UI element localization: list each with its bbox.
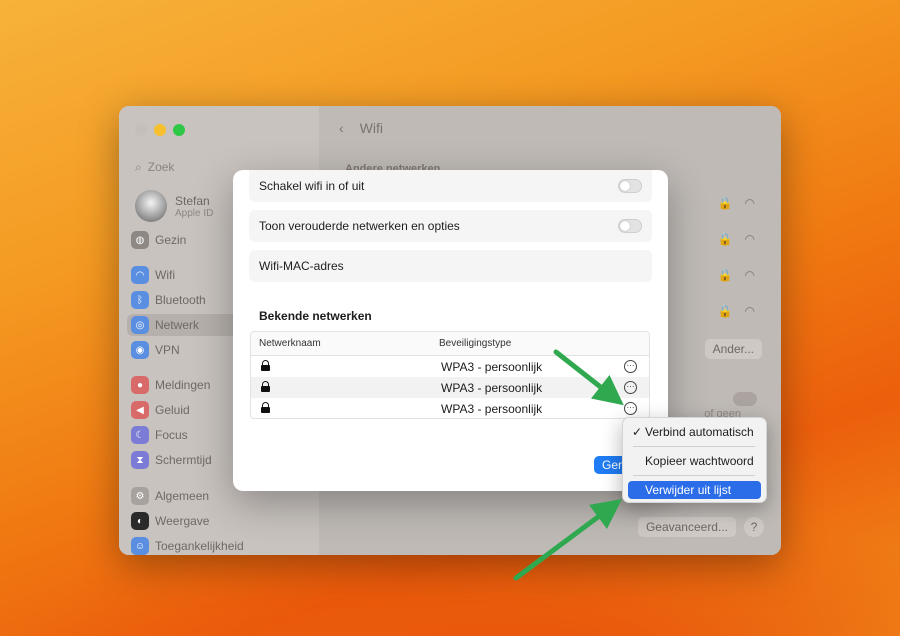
- bluetooth-icon: ᛒ: [131, 291, 149, 309]
- menu-item-auto-join[interactable]: ✓ Verbind automatisch: [628, 423, 761, 441]
- search-icon: ⌕: [135, 159, 142, 174]
- avatar: [135, 190, 167, 222]
- traffic-lights: [135, 124, 185, 136]
- network-row-icons: 🔒 ◠: [718, 196, 755, 210]
- family-icon: ◍: [131, 231, 149, 249]
- lock-icon: [261, 380, 270, 392]
- back-chevron-icon[interactable]: ‹: [339, 120, 344, 136]
- network-row-icons: 🔒 ◠: [718, 268, 755, 282]
- more-options-icon[interactable]: ···: [624, 360, 637, 373]
- security-cell: WPA3 - persoonlijk: [441, 401, 543, 416]
- wifi-icon: ◠: [131, 266, 149, 284]
- profile-sub: Apple ID: [175, 207, 214, 219]
- known-networks-title: Bekende netwerken: [259, 309, 372, 323]
- menu-item-label: Kopieer wachtwoord: [645, 454, 754, 468]
- advanced-dialog: Schakel wifi in of uit Toon verouderde n…: [233, 170, 668, 491]
- known-networks-table: Netwerknaam Beveiligingstype WPA3 - pers…: [250, 331, 650, 419]
- security-cell: WPA3 - persoonlijk: [441, 359, 543, 374]
- lock-icon: 🔒: [717, 268, 733, 282]
- other-network-button[interactable]: Ander...: [704, 339, 762, 359]
- wifi-mac-row: Wifi-MAC-adres: [249, 250, 652, 282]
- zoom-button[interactable]: [173, 124, 185, 136]
- sidebar-item-appearance[interactable]: ◐ Weergave: [131, 510, 311, 532]
- sidebar-item-label: Meldingen: [155, 378, 211, 392]
- security-cell: WPA3 - persoonlijk: [441, 380, 543, 395]
- table-row[interactable]: WPA3 - persoonlijk ···: [251, 398, 649, 418]
- sidebar-item-label: Toegankelijkheid: [155, 539, 244, 553]
- moon-icon: ☾: [131, 426, 149, 444]
- more-options-icon[interactable]: ···: [624, 381, 637, 394]
- background-toggle[interactable]: [733, 392, 757, 406]
- help-button[interactable]: ?: [744, 517, 764, 537]
- sidebar-item-label: VPN: [155, 343, 180, 357]
- lock-icon: [261, 359, 270, 371]
- wifi-signal-icon: ◠: [744, 232, 755, 246]
- profile-name: Stefan: [175, 193, 210, 208]
- sidebar-item-label: Geluid: [155, 403, 190, 417]
- lock-icon: 🔒: [717, 232, 733, 246]
- menu-separator: [633, 475, 755, 476]
- checkmark-icon: ✓: [632, 425, 643, 439]
- wifi-mac-label: Wifi-MAC-adres: [259, 259, 344, 273]
- sidebar-item-label: Netwerk: [155, 318, 200, 332]
- sidebar-item-label: Weergave: [155, 514, 210, 528]
- legacy-networks-switch[interactable]: [618, 219, 642, 233]
- table-row[interactable]: WPA3 - persoonlijk ···: [251, 356, 649, 377]
- gear-icon: ⚙: [131, 487, 149, 505]
- sidebar-item-label: Schermtijd: [155, 453, 212, 467]
- speaker-icon: ◀: [131, 401, 149, 419]
- wifi-signal-icon: ◠: [744, 196, 755, 210]
- legacy-networks-row: Toon verouderde netwerken en opties: [249, 210, 652, 242]
- menu-item-remove-from-list[interactable]: Verwijder uit lijst: [628, 481, 761, 499]
- more-options-icon[interactable]: ···: [624, 402, 637, 415]
- minimize-button[interactable]: [154, 124, 166, 136]
- wifi-signal-icon: ◠: [744, 304, 755, 318]
- legacy-networks-label: Toon verouderde netwerken en opties: [259, 219, 460, 233]
- sidebar-item-label: Algemeen: [155, 489, 210, 503]
- menu-item-label: Verwijder uit lijst: [645, 483, 732, 497]
- wifi-signal-icon: ◠: [744, 268, 755, 282]
- lock-icon: 🔒: [717, 304, 733, 318]
- globe-icon: ◎: [131, 316, 149, 334]
- page-title: Wifi: [359, 120, 383, 136]
- toggle-wifi-switch[interactable]: [618, 179, 642, 193]
- table-row[interactable]: WPA3 - persoonlijk ···: [251, 377, 649, 398]
- vpn-icon: ◉: [131, 341, 149, 359]
- context-menu: ✓ Verbind automatisch Kopieer wachtwoord…: [622, 417, 767, 503]
- network-row-icons: 🔒 ◠: [718, 232, 755, 246]
- accessibility-icon: ☺: [131, 537, 149, 555]
- lock-icon: 🔒: [717, 196, 733, 210]
- column-network-name[interactable]: Netwerknaam: [251, 338, 432, 349]
- sidebar-item-label: Focus: [155, 428, 188, 442]
- bell-icon: ●: [131, 376, 149, 394]
- menu-separator: [633, 446, 755, 447]
- hourglass-icon: ⧗: [131, 451, 149, 469]
- sidebar-item-label: Bluetooth: [155, 293, 206, 307]
- main-header: ‹ Wifi: [339, 120, 383, 136]
- sidebar-item-label: Wifi: [155, 268, 175, 282]
- menu-item-label: Verbind automatisch: [645, 425, 754, 439]
- network-row-icons: 🔒 ◠: [718, 304, 755, 318]
- apple-id-profile[interactable]: Stefan Apple ID: [135, 190, 213, 222]
- sidebar-item-label: Gezin: [155, 233, 187, 247]
- table-header: Netwerknaam Beveiligingstype: [251, 332, 649, 356]
- advanced-button[interactable]: Geavanceerd...: [637, 517, 736, 537]
- menu-item-copy-password[interactable]: Kopieer wachtwoord: [628, 452, 761, 470]
- toggle-wifi-label: Schakel wifi in of uit: [259, 179, 365, 193]
- sidebar-item-accessibility[interactable]: ☺ Toegankelijkheid: [131, 535, 311, 555]
- toggle-wifi-row: Schakel wifi in of uit: [249, 170, 652, 202]
- lock-icon: [261, 401, 270, 413]
- close-button[interactable]: [135, 124, 147, 136]
- search-placeholder: Zoek: [147, 160, 175, 174]
- column-security-type[interactable]: Beveiligingstype: [432, 338, 649, 349]
- appearance-icon: ◐: [131, 512, 149, 530]
